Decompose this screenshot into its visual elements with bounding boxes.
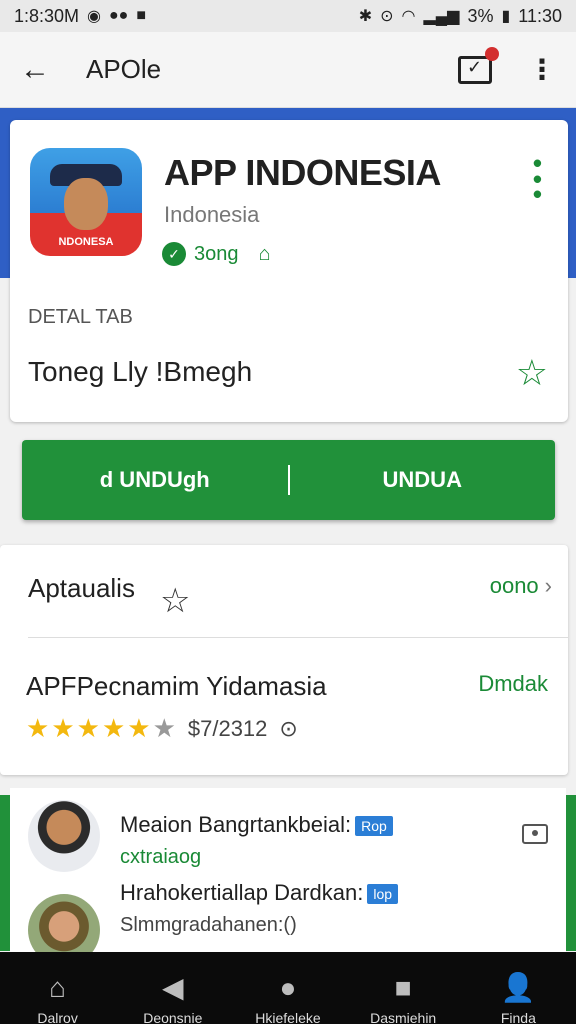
back-arrow-icon[interactable]: ← bbox=[20, 53, 60, 87]
back-triangle-icon: ◀ bbox=[162, 972, 184, 1003]
download-button-right[interactable]: UNDUA bbox=[290, 440, 556, 520]
nav-item-back[interactable]: ◀ Deonsnie bbox=[123, 974, 223, 1024]
signal-icon: ▂▄▆ bbox=[423, 8, 460, 25]
status-bar: 1:8:30M ◉ ●● ■ ✱ ⊙ ◠ ▂▄▆ 3% ▮ 11:30 bbox=[0, 0, 576, 32]
rating-meta: $7/2312 bbox=[187, 715, 268, 741]
detail-tab-label[interactable]: DETAL TAB bbox=[28, 306, 133, 329]
app-rating-text: 3ong bbox=[194, 242, 239, 265]
notification-badge bbox=[485, 46, 499, 61]
review-tag: Rop bbox=[355, 816, 393, 837]
status-time-right: 11:30 bbox=[518, 5, 562, 26]
app-icon-label: NDONESA bbox=[58, 236, 114, 248]
bottom-navigation: ⌂ Dalrov ◀ Deonsnie ● Hkiefeleke ■ Dasmi… bbox=[0, 952, 576, 1024]
overflow-menu-icon[interactable]: ⋮ bbox=[528, 55, 556, 84]
info-circle-icon: ⊙ bbox=[279, 715, 298, 741]
notification-icon: ◉ bbox=[87, 8, 102, 25]
star-icon: ★ bbox=[127, 713, 151, 743]
inbox-check-icon[interactable] bbox=[458, 46, 499, 84]
icon-face bbox=[64, 178, 108, 230]
notification-square-icon: ■ bbox=[136, 7, 147, 24]
app-subtitle: Indonesia bbox=[164, 202, 260, 227]
reviews-card: Meaion Bangrtankbeial: Rop cxtraiaog Hrah… bbox=[10, 788, 566, 966]
nav-label: Dalrov bbox=[37, 1010, 78, 1024]
app-more-icon[interactable]: • • • bbox=[533, 150, 542, 207]
info-row-label: Aptaualis bbox=[28, 573, 135, 603]
star-outline-icon[interactable]: ☆ bbox=[160, 581, 190, 621]
install-button-bar: d UNDUgh UNDUA bbox=[22, 440, 555, 520]
review-author: Hrahokertiallap Dardkan: lop bbox=[120, 880, 399, 906]
download-button-left[interactable]: d UNDUgh bbox=[22, 440, 288, 520]
star-empty-icon: ★ bbox=[152, 713, 176, 743]
review-author-name: Meaion Bangrtankbeial: bbox=[120, 812, 352, 837]
app-bar-title: APOle bbox=[86, 54, 162, 84]
left-accent bbox=[0, 795, 10, 951]
app-icon: NDONESA bbox=[30, 148, 142, 256]
wifi-icon: ◠ bbox=[401, 8, 416, 25]
nav-item-circle[interactable]: ● Hkiefeleke bbox=[238, 974, 338, 1024]
rating-action-link[interactable]: Dmdak bbox=[478, 671, 548, 697]
nav-label: Finda bbox=[500, 1010, 536, 1024]
info-link-text: oono bbox=[489, 573, 539, 598]
rating-section-label: APFPecnamim Yidamasia bbox=[26, 671, 327, 701]
battery-icon: ▮ bbox=[501, 8, 511, 25]
alarm-icon: ⊙ bbox=[380, 8, 394, 25]
star-icon: ★ bbox=[76, 713, 100, 743]
status-right: ✱ ⊙ ◠ ▂▄▆ 3% ▮ 11:30 bbox=[359, 6, 562, 27]
notification-dots-icon: ●● bbox=[109, 7, 129, 24]
right-accent bbox=[566, 795, 576, 951]
nav-label: Deonsnie bbox=[143, 1010, 203, 1024]
circle-icon: ● bbox=[279, 972, 297, 1003]
bluetooth-icon: ✱ bbox=[358, 8, 373, 25]
info-card: Aptaualis ☆ oono › APFPecnamim Yidamasia … bbox=[0, 545, 568, 775]
person-icon: 👤 bbox=[500, 972, 536, 1003]
app-header-card: NDONESA APP INDONESIA Indonesia ✓ 3ong ⌂… bbox=[10, 120, 568, 422]
nav-item-profile[interactable]: 👤 Finda bbox=[468, 974, 568, 1024]
camera-icon[interactable] bbox=[522, 824, 548, 844]
review-tag: lop bbox=[367, 884, 399, 905]
review-subtitle: cxtraiaog bbox=[120, 846, 202, 868]
home-icon: ⌂ bbox=[49, 972, 67, 1003]
nav-item-home[interactable]: ⌂ Dalrov bbox=[8, 974, 108, 1024]
divider bbox=[28, 637, 568, 638]
app-rating: ✓ 3ong ⌂ bbox=[162, 242, 271, 266]
review-author-name: Hrahokertiallap Dardkan: bbox=[120, 880, 364, 905]
square-icon: ■ bbox=[394, 972, 412, 1003]
rating-badge-icon: ✓ bbox=[162, 242, 186, 266]
nav-label: Hkiefeleke bbox=[255, 1010, 321, 1024]
favorite-star-icon[interactable]: ☆ bbox=[516, 352, 548, 394]
star-rating: ★ ★ ★ ★ ★ ★ $7/2312 ⊙ bbox=[26, 713, 298, 744]
nav-label: Dasmiehin bbox=[370, 1010, 437, 1024]
review-author: Meaion Bangrtankbeial: Rop bbox=[120, 812, 393, 838]
nav-item-square[interactable]: ■ Dasmiehin bbox=[353, 974, 453, 1024]
review-subtitle: Slmmgradahanen:() bbox=[120, 914, 297, 936]
house-icon: ⌂ bbox=[258, 242, 271, 265]
star-icon: ★ bbox=[26, 713, 50, 743]
info-row-link[interactable]: oono › bbox=[490, 573, 552, 599]
status-time-left: 1:8:30M bbox=[14, 5, 80, 26]
status-left: 1:8:30M ◉ ●● ■ bbox=[14, 6, 146, 27]
chevron-right-icon: › bbox=[544, 573, 552, 598]
star-icon: ★ bbox=[51, 713, 75, 743]
battery-percent: 3% bbox=[467, 5, 494, 26]
avatar[interactable] bbox=[28, 800, 100, 872]
star-icon: ★ bbox=[101, 713, 126, 743]
app-bar: ← APOle ⋮ bbox=[0, 32, 576, 108]
app-title: APP INDONESIA bbox=[164, 152, 441, 193]
detail-line: Toneg Lly !Bmegh bbox=[28, 356, 253, 387]
